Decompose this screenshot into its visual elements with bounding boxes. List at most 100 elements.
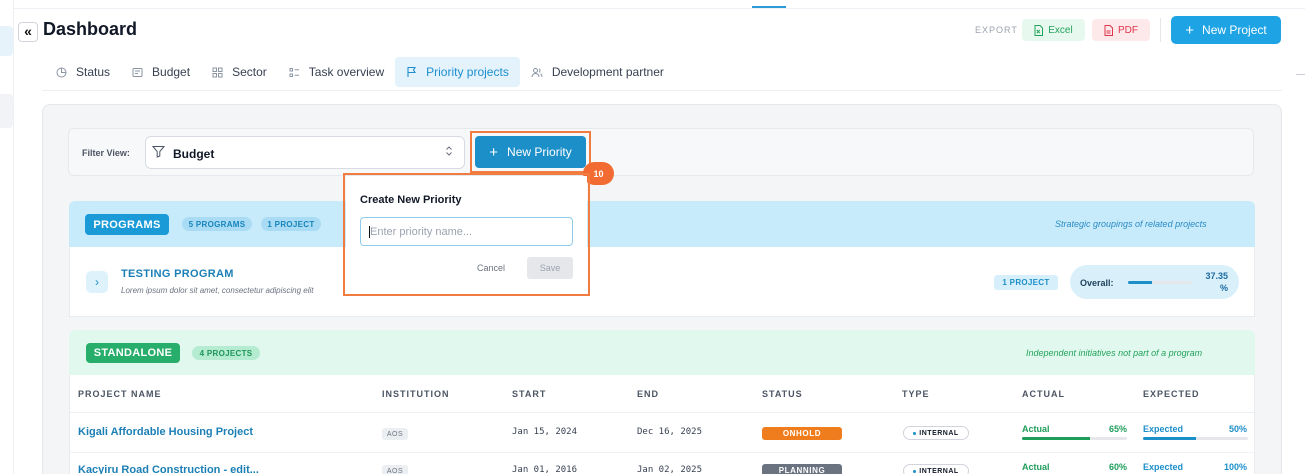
chevron-up-down-icon — [446, 146, 452, 156]
project-name-link[interactable]: Kacyiru Road Construction - edit... — [78, 464, 259, 474]
grid-icon — [212, 67, 223, 77]
tab-label: Budget — [152, 65, 191, 79]
status-badge: ONHOLD — [762, 427, 842, 440]
tab-budget[interactable]: Budget — [121, 57, 201, 87]
sidebar-collapsed — [0, 0, 14, 474]
expected-progress-fill — [1143, 437, 1196, 440]
start-date: Jan 15, 2024 — [512, 427, 578, 437]
overall-progress-track — [1128, 281, 1192, 284]
cancel-button[interactable]: Cancel — [468, 257, 514, 279]
new-priority-button[interactable]: + New Priority — [475, 136, 586, 168]
program-description: Lorem ipsum dolor sit amet, consectetur … — [121, 286, 314, 295]
column-header-start[interactable]: START — [512, 389, 546, 399]
overall-progress-fill — [1128, 281, 1152, 284]
top-border — [0, 8, 1305, 9]
list-icon — [289, 67, 299, 77]
new-priority-label: New Priority — [507, 145, 572, 159]
actual-label: Actual — [1022, 462, 1050, 472]
column-header-project-name[interactable]: PROJECT NAME — [78, 389, 162, 399]
type-badge: INTERNAL — [903, 464, 969, 474]
programs-count-badge: 5 PROGRAMS — [182, 217, 252, 231]
expected-label: Expected — [1143, 462, 1184, 472]
tab-development-partner[interactable]: Development partner — [520, 57, 675, 87]
excel-label: Excel — [1048, 24, 1073, 36]
type-label: INTERNAL — [919, 429, 959, 437]
tab-priority-projects[interactable]: Priority projects — [395, 57, 520, 87]
filter-view-value: Budget — [173, 147, 215, 161]
budget-icon — [132, 67, 143, 77]
standalone-note: Independent initiatives not part of a pr… — [1026, 348, 1203, 358]
pdf-file-icon — [1104, 24, 1113, 36]
overall-label: Overall: — [1080, 278, 1114, 288]
page-title: Dashboard — [43, 19, 138, 39]
column-header-end[interactable]: END — [637, 389, 659, 399]
overall-value: 37.35 % — [1205, 271, 1228, 293]
excel-file-icon — [1034, 24, 1044, 36]
standalone-count-badge: 4 PROJECTS — [192, 346, 260, 360]
dot-icon — [913, 469, 917, 473]
tab-label: Development partner — [551, 65, 664, 79]
tab-bar: Status Budget Sector Task overview Prior… — [45, 57, 675, 87]
column-header-status[interactable]: STATUS — [762, 389, 803, 399]
expected-label: Expected — [1143, 424, 1184, 434]
plus-icon: + — [489, 143, 499, 161]
table-header-divider — [70, 412, 1254, 413]
export-excel-button[interactable]: Excel — [1022, 19, 1085, 41]
funnel-icon — [152, 146, 165, 158]
pdf-label: PDF — [1118, 24, 1138, 36]
tab-label: Task overview — [308, 65, 385, 79]
column-header-type[interactable]: TYPE — [902, 389, 930, 399]
type-label: INTERNAL — [919, 467, 959, 474]
end-date: Jan 02, 2025 — [637, 465, 703, 474]
double-chevron-left-icon: « — [24, 23, 32, 39]
projects-table — [69, 375, 1255, 474]
tab-status[interactable]: Status — [45, 57, 121, 87]
expand-program-button[interactable]: › — [86, 271, 108, 293]
start-date: Jan 01, 2016 — [512, 465, 578, 474]
collapse-sidebar-button[interactable]: « — [18, 22, 38, 42]
column-header-institution[interactable]: INSTITUTION — [382, 389, 450, 399]
actual-label: Actual — [1022, 424, 1050, 434]
sidebar-item-active[interactable] — [0, 26, 13, 56]
column-header-expected[interactable]: EXPECTED — [1143, 389, 1200, 399]
projects-count-badge: 1 PROJECT — [261, 217, 321, 231]
plus-icon: + — [1185, 21, 1195, 39]
save-button[interactable]: Save — [527, 257, 573, 279]
column-header-actual[interactable]: ACTUAL — [1022, 389, 1065, 399]
text-caret — [369, 226, 370, 238]
new-project-label: New Project — [1202, 23, 1267, 37]
actual-progress-track — [1022, 437, 1127, 440]
scroll-hint — [1296, 74, 1305, 75]
sidebar-item[interactable] — [0, 94, 13, 128]
popover-title: Create New Priority — [360, 194, 462, 206]
flag-icon — [407, 66, 417, 77]
users-icon — [531, 67, 543, 77]
project-name-link[interactable]: Kigali Affordable Housing Project — [78, 426, 253, 438]
tab-label: Priority projects — [426, 65, 509, 79]
priority-name-input[interactable] — [360, 217, 573, 246]
tab-label: Status — [76, 65, 111, 79]
actual-percent: 60% — [1108, 462, 1127, 472]
institution-badge: AOS — [382, 465, 408, 474]
type-badge: INTERNAL — [903, 426, 969, 440]
programs-note: Strategic groupings of related projects — [1055, 219, 1207, 229]
top-accent-indicator — [752, 6, 786, 8]
institution-badge: AOS — [382, 428, 408, 440]
actual-percent: 65% — [1108, 424, 1127, 434]
filter-view-label: Filter View: — [82, 148, 130, 158]
divider — [1160, 18, 1161, 42]
tab-task-overview[interactable]: Task overview — [278, 57, 395, 87]
actual-progress-fill — [1022, 437, 1091, 440]
export-pdf-button[interactable]: PDF — [1092, 19, 1150, 41]
dot-icon — [913, 431, 917, 435]
tab-sector[interactable]: Sector — [201, 57, 278, 87]
status-badge: PLANNING — [762, 464, 842, 474]
expected-percent: 50% — [1228, 424, 1247, 434]
programs-badge: PROGRAMS — [85, 214, 169, 235]
expected-percent: 100% — [1223, 462, 1247, 472]
end-date: Dec 16, 2025 — [637, 427, 703, 437]
program-name[interactable]: TESTING PROGRAM — [121, 268, 234, 280]
row-divider — [70, 452, 1254, 453]
new-project-button[interactable]: + New Project — [1171, 16, 1281, 44]
standalone-badge: STANDALONE — [86, 343, 180, 363]
